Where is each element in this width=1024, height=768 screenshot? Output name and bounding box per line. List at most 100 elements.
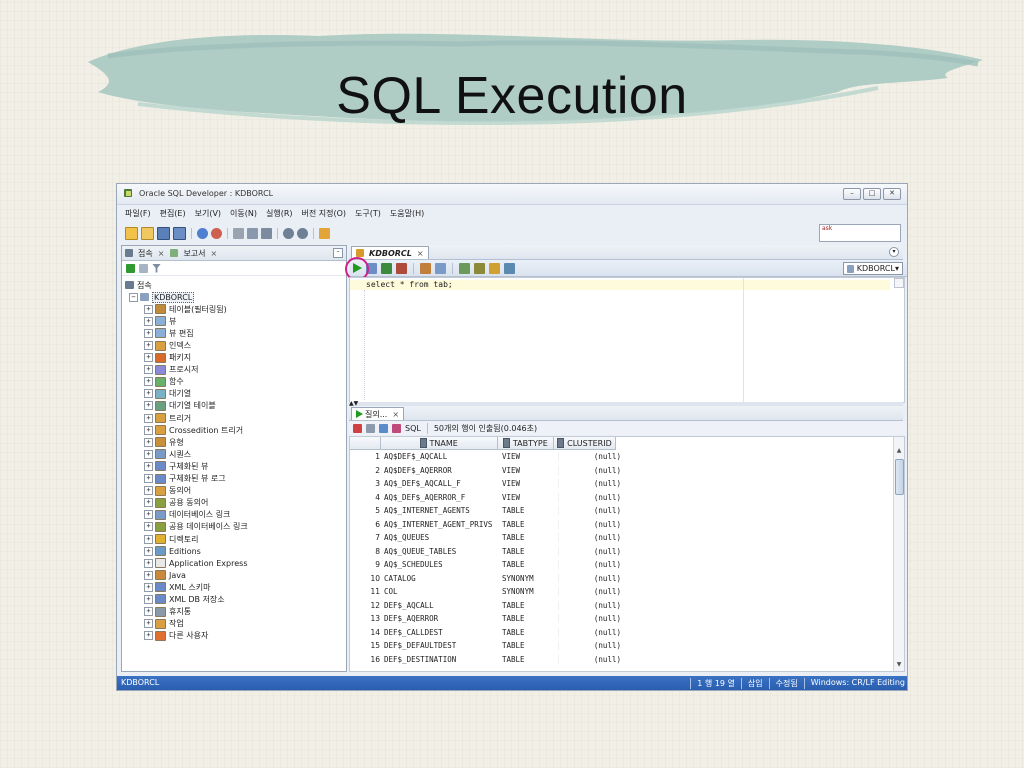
minimize-panel-button[interactable]: – xyxy=(333,248,343,258)
expand-icon[interactable]: + xyxy=(144,594,153,604)
pin-icon[interactable] xyxy=(353,423,362,433)
tree-item[interactable]: + Application Express xyxy=(122,557,346,569)
tabtype-cell[interactable]: VIEW xyxy=(502,466,558,475)
tree-item[interactable]: + 데이터베이스 링크 xyxy=(122,509,346,521)
tree-item[interactable]: + XML DB 저장소 xyxy=(122,593,346,605)
clusterid-cell[interactable]: (null) xyxy=(558,627,625,637)
expand-icon[interactable]: + xyxy=(144,582,153,592)
save-all-icon[interactable] xyxy=(173,226,186,240)
tree-item[interactable]: + 디렉토리 xyxy=(122,533,346,545)
tname-cell[interactable]: AQ$_DEF$_AQCALL_F xyxy=(382,479,502,488)
tree-item[interactable]: + 동의어 xyxy=(122,485,346,497)
row-number-cell[interactable]: 1 xyxy=(350,452,382,461)
tname-cell[interactable]: AQ$_INTERNET_AGENT_PRIVS xyxy=(382,520,502,529)
tree-item[interactable]: + XML 스키마 xyxy=(122,581,346,593)
tree-item[interactable]: + 구체화된 뷰 xyxy=(122,460,346,472)
expand-icon[interactable]: + xyxy=(144,522,153,532)
expand-icon[interactable]: + xyxy=(144,401,153,411)
table-row[interactable]: 6 AQ$_INTERNET_AGENT_PRIVS TABLE (null) xyxy=(350,518,625,532)
clusterid-cell[interactable]: (null) xyxy=(558,546,625,556)
save-icon[interactable] xyxy=(157,226,170,240)
expand-icon[interactable]: + xyxy=(144,534,153,544)
row-number-cell[interactable]: 12 xyxy=(350,601,382,610)
results-scrollbar[interactable]: ▲ ▼ xyxy=(893,437,904,671)
eraser-icon[interactable] xyxy=(489,262,500,274)
sql-worksheet-icon[interactable] xyxy=(319,227,330,239)
expand-icon[interactable]: + xyxy=(144,341,153,351)
column-header-tname[interactable]: TNAME xyxy=(381,437,498,449)
table-row[interactable]: 14 DEF$_CALLDEST TABLE (null) xyxy=(350,626,625,640)
row-number-cell[interactable]: 6 xyxy=(350,520,382,529)
refresh-icon[interactable] xyxy=(139,263,148,273)
clusterid-cell[interactable]: (null) xyxy=(558,533,625,543)
tree-item[interactable]: + 뷰 편집 xyxy=(122,327,346,339)
add-connection-icon[interactable] xyxy=(126,263,135,273)
tname-cell[interactable]: AQ$_DEF$_AQERROR_F xyxy=(382,493,502,502)
cancel-icon[interactable] xyxy=(420,262,431,274)
table-row[interactable]: 12 DEF$_AQCALL TABLE (null) xyxy=(350,599,625,613)
table-row[interactable]: 15 DEF$_DEFAULTDEST TABLE (null) xyxy=(350,639,625,653)
tabtype-cell[interactable]: VIEW xyxy=(502,452,558,461)
close-icon[interactable]: × xyxy=(211,249,218,258)
expand-icon[interactable]: + xyxy=(144,413,153,423)
history-icon[interactable] xyxy=(504,262,515,274)
tree-connection[interactable]: − KDBORCL xyxy=(122,291,346,303)
tabtype-cell[interactable]: TABLE xyxy=(502,614,558,623)
menu-help[interactable]: 도움말(H) xyxy=(390,206,424,222)
expand-icon[interactable]: + xyxy=(144,389,153,399)
row-number-cell[interactable]: 4 xyxy=(350,493,382,502)
close-icon[interactable]: × xyxy=(392,410,399,419)
tree-item[interactable]: + 트리거 xyxy=(122,412,346,424)
tree-item[interactable]: + 작업 xyxy=(122,618,346,630)
window-titlebar[interactable]: Oracle SQL Developer : KDBORCL – □ ✕ xyxy=(117,184,907,205)
expand-icon[interactable]: + xyxy=(144,316,153,326)
connection-selector[interactable]: KDBORCL▾ xyxy=(842,262,903,275)
tabtype-cell[interactable]: SYNONYM xyxy=(502,574,558,583)
table-row[interactable]: 8 AQ$_QUEUE_TABLES TABLE (null) xyxy=(350,545,625,559)
clusterid-cell[interactable]: (null) xyxy=(558,641,625,651)
expand-icon[interactable]: + xyxy=(144,377,153,387)
clusterid-cell[interactable]: (null) xyxy=(558,600,625,610)
sql-label[interactable]: SQL xyxy=(405,424,421,433)
expand-icon[interactable]: + xyxy=(144,510,153,520)
tree-item[interactable]: + 뷰 xyxy=(122,315,346,327)
tname-cell[interactable]: COL xyxy=(382,587,502,596)
table-row[interactable]: 1 AQ$DEF$_AQCALL VIEW (null) xyxy=(350,450,625,464)
tree-item[interactable]: + 다른 사용자 xyxy=(122,630,346,642)
tabtype-cell[interactable]: TABLE xyxy=(502,655,558,664)
clusterid-cell[interactable]: (null) xyxy=(558,654,625,664)
rollback-icon[interactable] xyxy=(396,262,407,274)
expand-icon[interactable]: + xyxy=(144,474,153,484)
tree-item[interactable]: + 공용 동의어 xyxy=(122,497,346,509)
tabtype-cell[interactable]: TABLE xyxy=(502,560,558,569)
print-icon[interactable] xyxy=(366,423,375,433)
tabtype-cell[interactable]: TABLE xyxy=(502,533,558,542)
table-row[interactable]: 9 AQ$_SCHEDULES TABLE (null) xyxy=(350,558,625,572)
tree-item[interactable]: + 대기열 xyxy=(122,388,346,400)
tabtype-cell[interactable]: TABLE xyxy=(502,547,558,556)
forward-icon[interactable] xyxy=(297,227,308,239)
row-number-cell[interactable]: 8 xyxy=(350,547,382,556)
expand-icon[interactable]: + xyxy=(144,498,153,508)
row-number-cell[interactable]: 13 xyxy=(350,614,382,623)
expand-icon[interactable]: + xyxy=(144,365,153,375)
open-folder-icon[interactable] xyxy=(141,226,154,240)
sql-editor[interactable]: select * from tab; xyxy=(349,277,905,403)
tname-cell[interactable]: AQ$_INTERNET_AGENTS xyxy=(382,506,502,515)
close-icon[interactable]: × xyxy=(417,249,424,258)
tree-item[interactable]: + 구체화된 뷰 로그 xyxy=(122,473,346,485)
undo-icon[interactable] xyxy=(197,227,208,239)
menu-view[interactable]: 보기(V) xyxy=(195,206,221,222)
tabtype-cell[interactable]: TABLE xyxy=(502,520,558,529)
tab-reports[interactable]: 보고서 × xyxy=(170,248,217,259)
table-row[interactable]: 5 AQ$_INTERNET_AGENTS TABLE (null) xyxy=(350,504,625,518)
tree-item[interactable]: + 패키지 xyxy=(122,352,346,364)
tabtype-cell[interactable]: TABLE xyxy=(502,641,558,650)
table-row[interactable]: 2 AQ$DEF$_AQERROR VIEW (null) xyxy=(350,464,625,478)
column-header-clusterid[interactable]: CLUSTERID xyxy=(554,437,616,449)
tname-cell[interactable]: DEF$_AQERROR xyxy=(382,614,502,623)
row-number-cell[interactable]: 14 xyxy=(350,628,382,637)
tname-cell[interactable]: DEF$_CALLDEST xyxy=(382,628,502,637)
scroll-thumb[interactable] xyxy=(895,459,904,495)
clusterid-cell[interactable]: (null) xyxy=(558,506,625,516)
